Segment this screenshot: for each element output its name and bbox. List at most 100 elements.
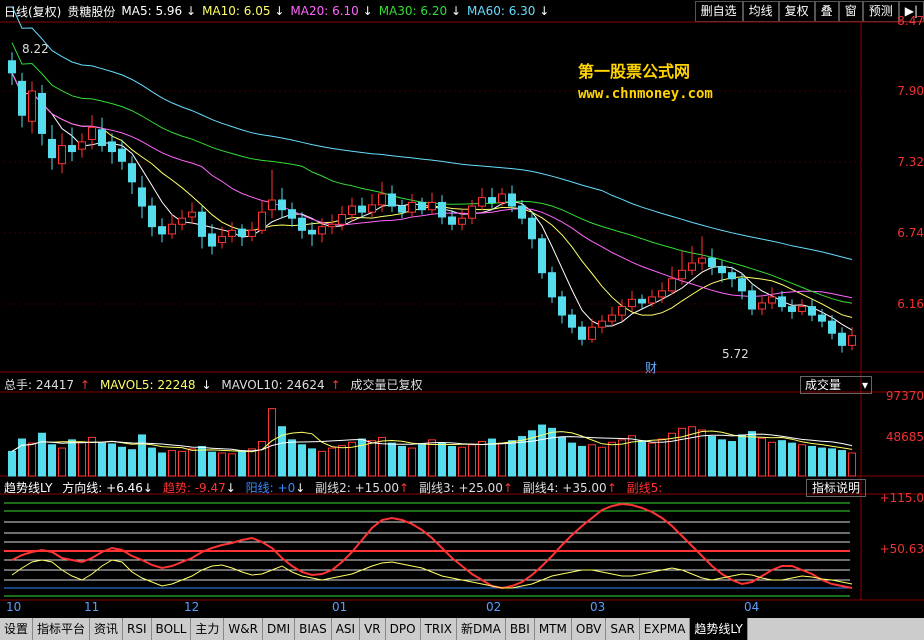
price-tick: 7.90 [897, 84, 924, 98]
finance-icon[interactable]: 财 [645, 359, 657, 376]
month-label: 11 [84, 600, 100, 614]
volume-bar [138, 434, 146, 477]
candle-body [128, 163, 136, 183]
candle-body [798, 306, 806, 312]
candle-body [98, 129, 106, 147]
candle-body [268, 199, 276, 211]
candlestick-chart[interactable] [0, 0, 924, 640]
volume-bar [438, 442, 446, 477]
indicator-tabs: 设置 指标平台 资讯 RSI BOLL 主力 W&R DMI BIAS ASI VR DPO TRIX 新… [0, 618, 924, 640]
candle-body [828, 320, 836, 334]
candle-body [18, 80, 26, 116]
tab-5[interactable]: 主力 [191, 618, 225, 640]
candle-body [808, 306, 816, 316]
candle-body [588, 326, 596, 340]
candle-body [708, 257, 716, 268]
price-tick: 6.74 [897, 226, 924, 240]
mavol5: MAVOL5: 22248 [99, 378, 196, 392]
candle-body [248, 229, 256, 237]
candle-body [728, 272, 736, 280]
volume-bar [308, 448, 316, 477]
volume-bar [848, 452, 856, 477]
candle-body [818, 314, 826, 322]
watermark-title: 第一股票公式网 [578, 62, 691, 81]
volume-bar [798, 444, 806, 477]
tab-3[interactable]: RSI [123, 618, 152, 640]
volume-bar [668, 432, 676, 477]
volume-bar [478, 440, 486, 477]
tab-13[interactable]: 新DMA [457, 618, 506, 640]
tab-4[interactable]: BOLL [152, 618, 192, 640]
candle-body [488, 197, 496, 203]
candle-body [528, 217, 536, 240]
mavol10: MAVOL10: 24624 [221, 378, 325, 392]
volume-bar [338, 445, 346, 477]
candle-body [288, 209, 296, 219]
volume-bar [728, 440, 736, 477]
tab-1[interactable]: 指标平台 [33, 618, 91, 640]
candle-body [58, 145, 66, 165]
tab-12[interactable]: TRIX [421, 618, 457, 640]
candle-body [548, 272, 556, 298]
volume-bar [28, 442, 36, 477]
candle-body [68, 145, 76, 153]
volume-bar [808, 445, 816, 477]
candle-body [628, 298, 636, 308]
tab-19[interactable]: 趋势线LY [690, 618, 748, 640]
volume-bar [208, 451, 216, 477]
candle-body [228, 229, 236, 237]
price-tick: 8.47 [897, 14, 924, 28]
volume-bar [778, 440, 786, 477]
volume-bar [328, 447, 336, 477]
candle-body [238, 228, 246, 237]
month-label: 04 [744, 600, 760, 614]
tab-15[interactable]: MTM [535, 618, 572, 640]
candle-body [388, 193, 396, 207]
candle-body [688, 262, 696, 271]
candle-body [318, 226, 326, 235]
volume-bar [8, 450, 16, 477]
volume-bar [748, 431, 756, 477]
tab-2[interactable]: 资讯 [90, 618, 124, 640]
volume-note: 成交量已复权 [350, 378, 423, 392]
tab-7[interactable]: DMI [263, 618, 296, 640]
volume-bar [768, 441, 776, 477]
candle-body [578, 326, 586, 340]
candle-body [378, 193, 386, 206]
tab-10[interactable]: VR [360, 618, 386, 640]
tab-9[interactable]: ASI [332, 618, 361, 640]
volume-bar [788, 442, 796, 477]
candle-body [768, 296, 776, 304]
candle-body [368, 204, 376, 213]
tab-0[interactable]: 设置 [0, 618, 34, 640]
tab-14[interactable]: BBI [506, 618, 535, 640]
price-tick: 7.32 [897, 155, 924, 169]
candle-body [478, 197, 486, 207]
volume-bar [828, 448, 836, 477]
tab-8[interactable]: BIAS [295, 618, 332, 640]
volume-bar [758, 437, 766, 477]
volume-bar [698, 429, 706, 477]
candle-body [278, 199, 286, 211]
tab-16[interactable]: OBV [572, 618, 607, 640]
tab-6[interactable]: W&R [224, 618, 263, 640]
volume-bar [588, 444, 596, 477]
volume-bar [568, 442, 576, 477]
candle-body [448, 216, 456, 225]
volume-bar [718, 439, 726, 477]
volume-bar [298, 444, 306, 477]
tab-18[interactable]: EXPMA [640, 618, 691, 640]
indicator-help-button[interactable]: 指标说明 [806, 479, 866, 497]
volume-bar [88, 436, 96, 477]
candle-body [848, 335, 856, 346]
volume-bar [708, 436, 716, 477]
tab-17[interactable]: SAR [606, 618, 640, 640]
tab-11[interactable]: DPO [386, 618, 421, 640]
low-annotation: 5.72 [722, 347, 749, 361]
candle-body [8, 60, 16, 74]
candle-body [638, 298, 646, 304]
volume-bar [58, 447, 66, 477]
volume-bar [68, 439, 76, 477]
volume-bar [548, 427, 556, 477]
candle-body [308, 229, 316, 235]
